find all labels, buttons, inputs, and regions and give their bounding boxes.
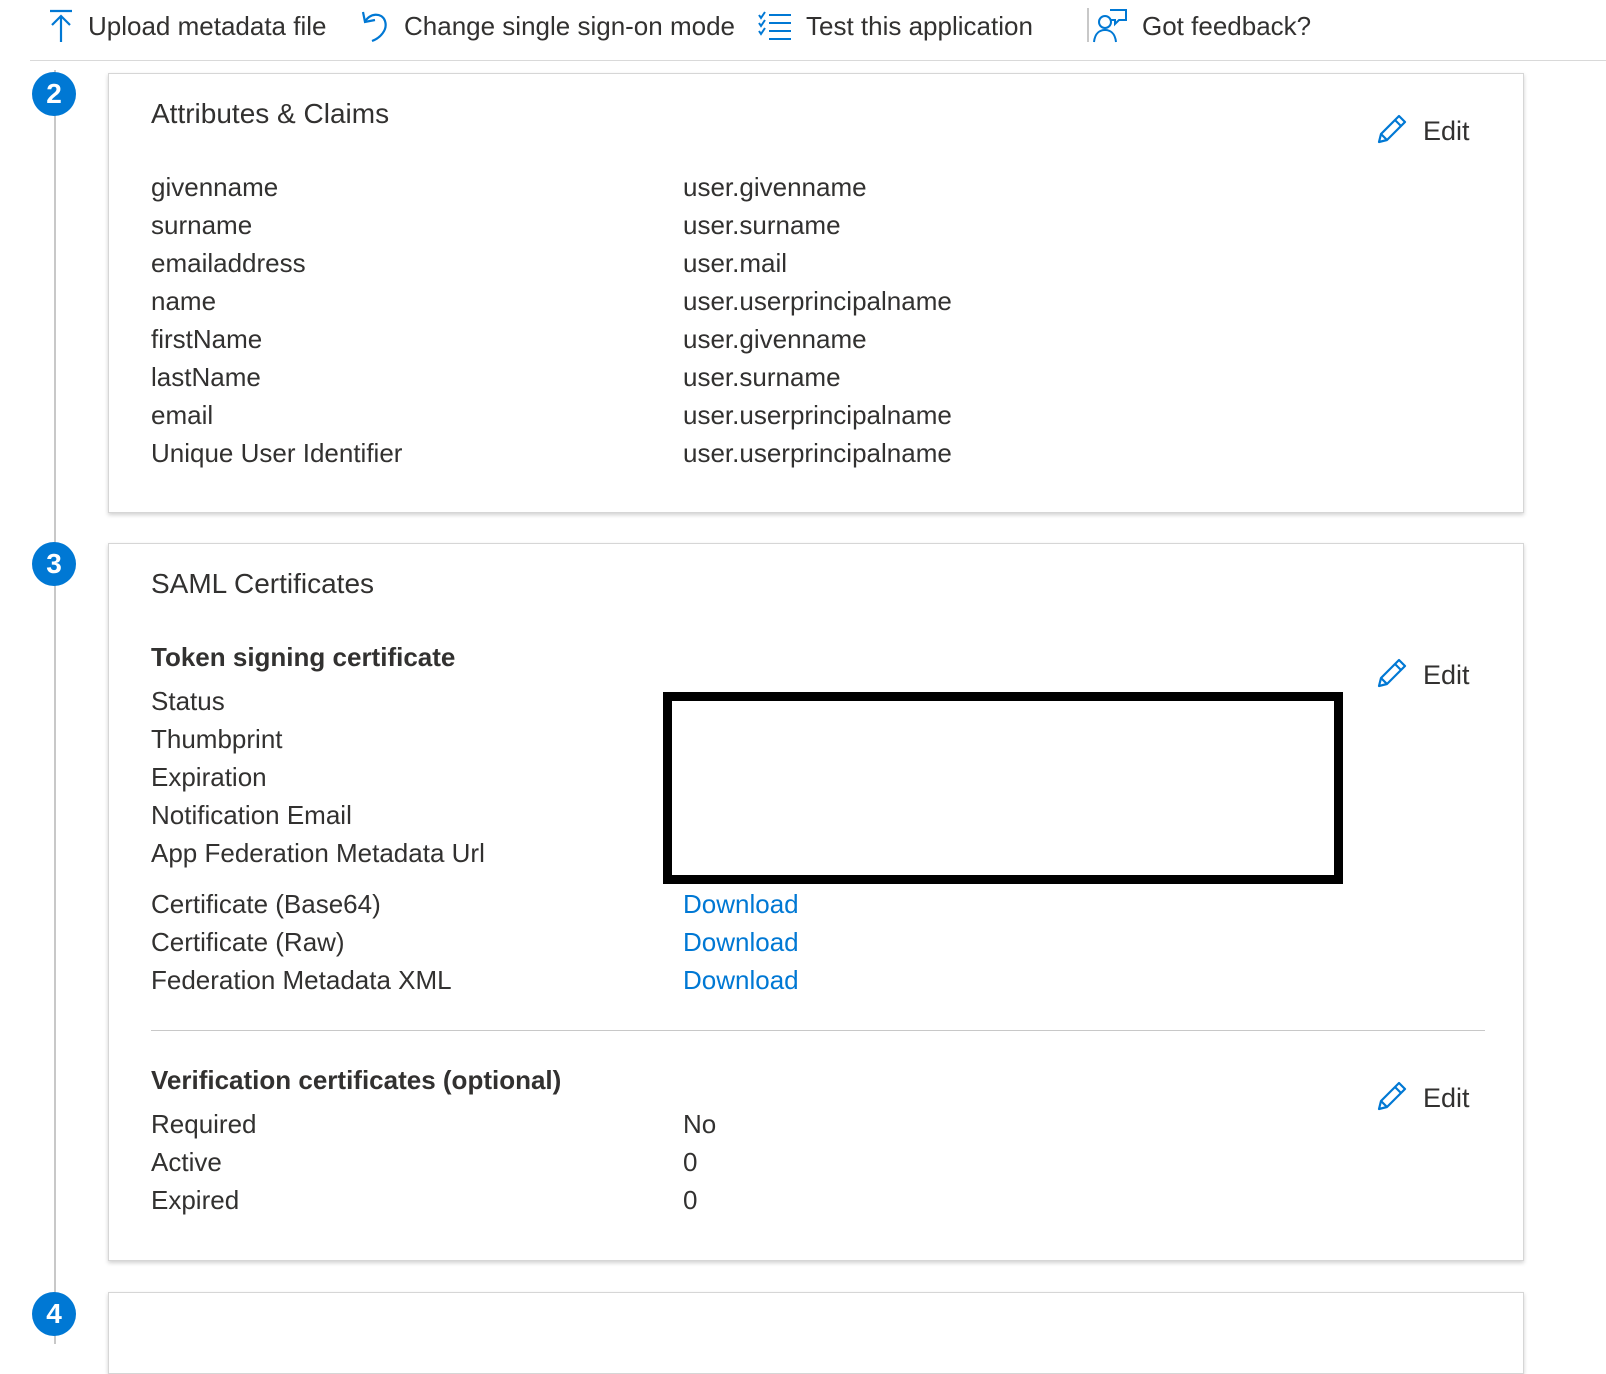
verification-key: Active <box>151 1147 222 1177</box>
claim-value: user.givenname <box>683 172 867 202</box>
toolbar-separator <box>1087 8 1089 42</box>
claim-row: Unique User Identifier user.userprincipa… <box>151 438 1451 476</box>
verification-row: Required No <box>151 1109 1451 1147</box>
claim-row: email user.userprincipalname <box>151 400 1451 438</box>
claim-name: email <box>151 400 214 430</box>
claim-value: user.userprincipalname <box>683 400 952 430</box>
download-raw-link[interactable]: Download <box>683 927 799 958</box>
download-row: Certificate (Base64) Download <box>151 889 1451 927</box>
cert-field-metadata-url: App Federation Metadata Url <box>151 838 485 868</box>
step-3-badge: 3 <box>32 542 76 586</box>
undo-icon <box>360 8 390 44</box>
upload-icon <box>48 8 74 44</box>
cert-field-status: Status <box>151 686 225 716</box>
claim-name: surname <box>151 210 253 240</box>
download-label: Federation Metadata XML <box>151 965 452 995</box>
claim-value: user.surname <box>683 362 841 392</box>
claim-name: emailaddress <box>151 248 306 278</box>
token-signing-heading: Token signing certificate <box>151 642 456 672</box>
claim-value: user.userprincipalname <box>683 286 952 316</box>
download-metadata-xml-link[interactable]: Download <box>683 965 799 996</box>
claim-name: firstName <box>151 324 263 354</box>
claim-row: lastName user.surname <box>151 362 1451 400</box>
step-2-badge: 2 <box>32 72 76 116</box>
claim-name: Unique User Identifier <box>151 438 403 468</box>
feedback-icon <box>1092 8 1128 44</box>
attributes-edit-label: Edit <box>1423 116 1470 146</box>
cert-field-thumbprint: Thumbprint <box>151 724 283 754</box>
download-base64-link[interactable]: Download <box>683 889 799 920</box>
next-section-card <box>108 1292 1524 1374</box>
claim-name: lastName <box>151 362 261 392</box>
claim-value: user.surname <box>683 210 841 240</box>
verification-value: No <box>683 1109 717 1139</box>
upload-metadata-label: Upload metadata file <box>88 10 327 41</box>
download-label: Certificate (Base64) <box>151 889 381 919</box>
checklist-icon <box>758 11 792 41</box>
pencil-icon <box>1375 112 1409 151</box>
saml-certificates-title: SAML Certificates <box>151 568 375 599</box>
upload-metadata-button[interactable]: Upload metadata file <box>48 6 326 46</box>
verification-row: Active 0 <box>151 1147 1451 1185</box>
attributes-claims-card: Attributes & Claims Edit givenname user.… <box>108 73 1524 513</box>
verification-value: 0 <box>683 1185 698 1215</box>
download-row: Certificate (Raw) Download <box>151 927 1451 965</box>
command-bar: Upload metadata file Change single sign-… <box>0 0 1606 60</box>
saml-certificates-card: SAML Certificates Token signing certific… <box>108 543 1524 1261</box>
redaction-box <box>663 692 1343 884</box>
change-sso-mode-label: Change single sign-on mode <box>404 10 735 41</box>
cert-field-expiration: Expiration <box>151 762 267 792</box>
claim-name: givenname <box>151 172 279 202</box>
claim-value: user.givenname <box>683 324 867 354</box>
claim-row: emailaddress user.mail <box>151 248 1451 286</box>
test-application-label: Test this application <box>806 10 1033 41</box>
claim-row: givenname user.givenname <box>151 172 1451 210</box>
download-label: Certificate (Raw) <box>151 927 345 957</box>
feedback-button[interactable]: Got feedback? <box>1092 6 1311 46</box>
section-divider <box>151 1030 1485 1031</box>
claim-row: firstName user.givenname <box>151 324 1451 362</box>
change-sso-mode-button[interactable]: Change single sign-on mode <box>360 6 735 46</box>
verification-heading: Verification certificates (optional) <box>151 1065 562 1095</box>
claim-row: name user.userprincipalname <box>151 286 1451 324</box>
download-row: Federation Metadata XML Download <box>151 965 1451 1003</box>
test-application-button[interactable]: Test this application <box>758 6 1033 46</box>
steps-timeline <box>54 70 56 1344</box>
verification-value: 0 <box>683 1147 698 1177</box>
verification-row: Expired 0 <box>151 1185 1451 1223</box>
claim-name: name <box>151 286 217 316</box>
feedback-label: Got feedback? <box>1142 10 1312 41</box>
step-4-badge: 4 <box>32 1292 76 1336</box>
attributes-claims-title: Attributes & Claims <box>151 98 390 129</box>
claim-row: surname user.surname <box>151 210 1451 248</box>
attributes-edit-button[interactable]: Edit <box>1375 112 1470 151</box>
toolbar-divider <box>30 60 1606 61</box>
verification-key: Required <box>151 1109 257 1139</box>
claim-value: user.mail <box>683 248 788 278</box>
cert-field-notification-email: Notification Email <box>151 800 352 830</box>
verification-key: Expired <box>151 1185 240 1215</box>
claim-value: user.userprincipalname <box>683 438 952 468</box>
